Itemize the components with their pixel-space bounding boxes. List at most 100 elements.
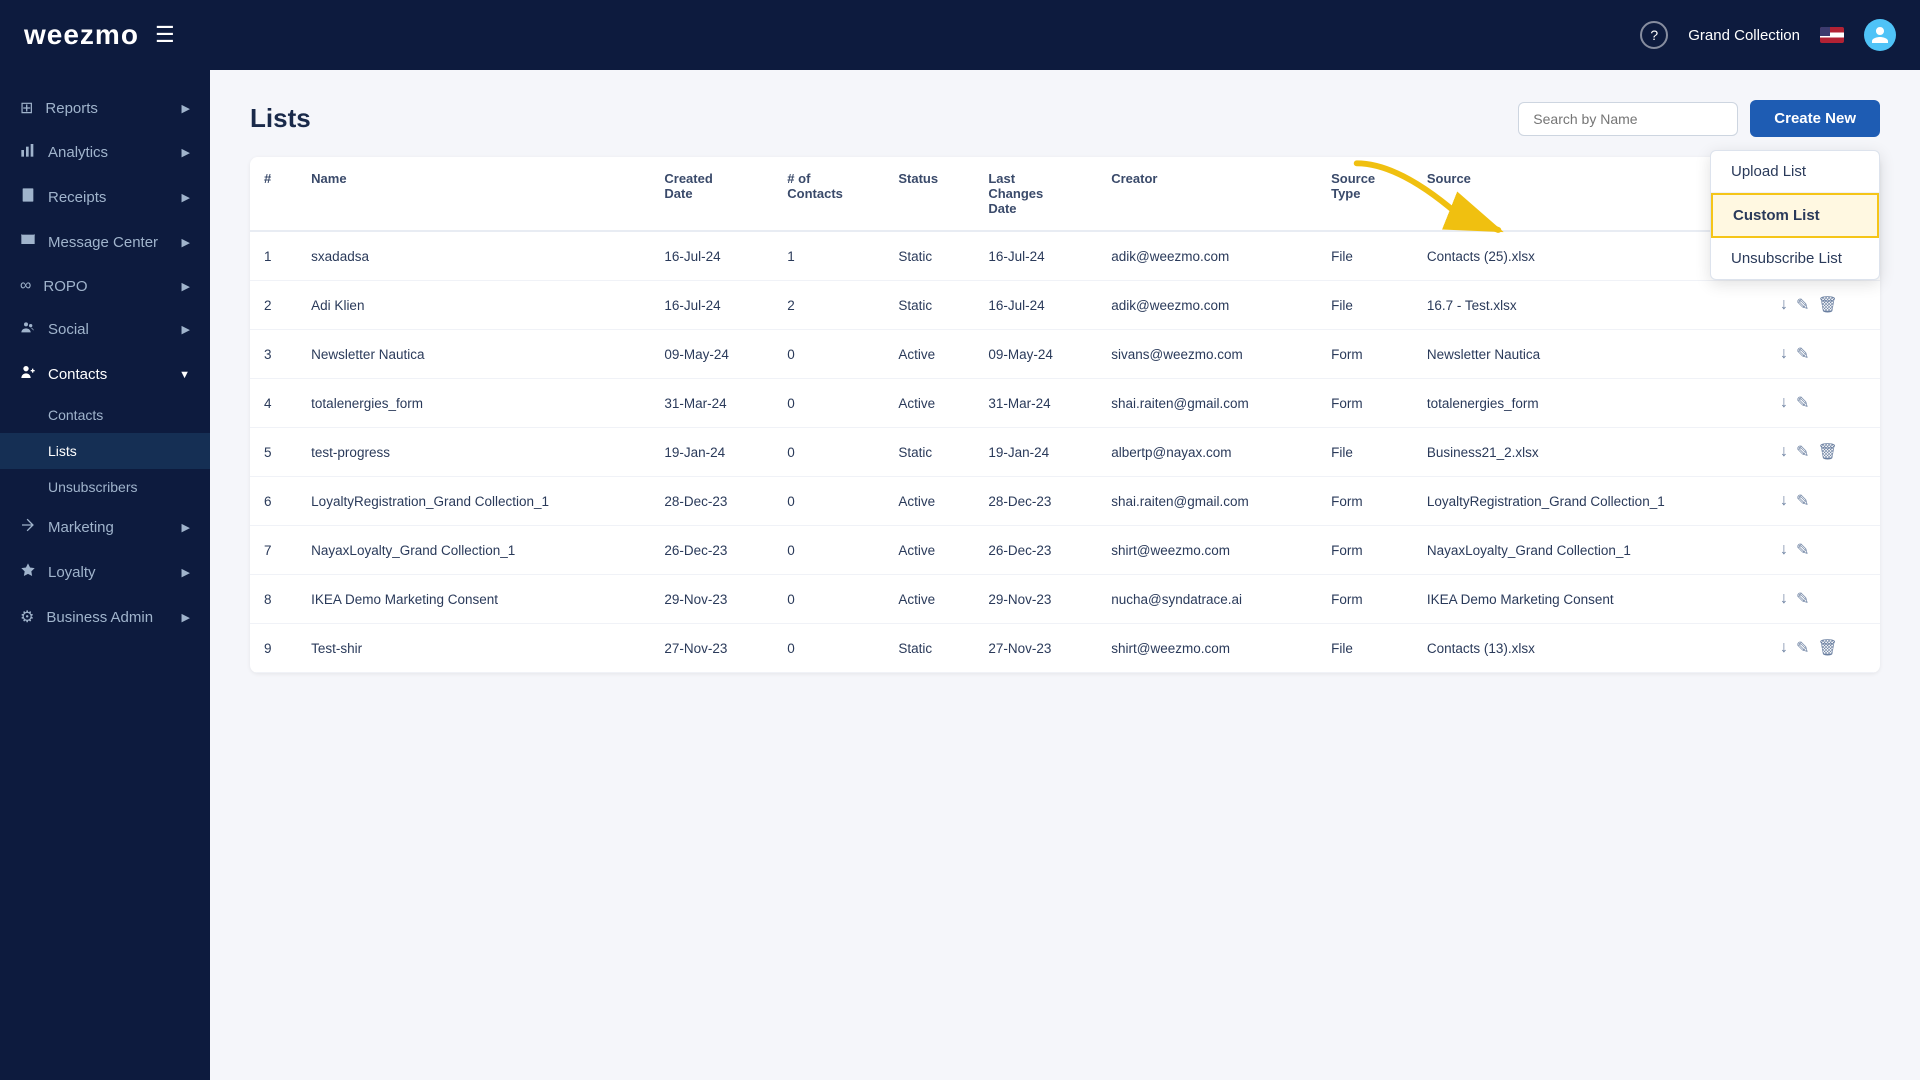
- cell-creator: sivans@weezmo.com: [1097, 330, 1317, 379]
- cell-actions: ↓✎: [1766, 575, 1880, 624]
- user-avatar[interactable]: [1864, 19, 1896, 51]
- sidebar-item-loyalty[interactable]: Loyalty ▶: [0, 550, 210, 595]
- col-name: Name: [297, 157, 650, 231]
- analytics-arrow: ▶: [182, 146, 190, 159]
- cell-contacts: 0: [773, 575, 884, 624]
- main-content: Lists Create New Upload List Custom List…: [210, 70, 1920, 1080]
- dropdown-item-custom-list[interactable]: Custom List: [1711, 193, 1879, 238]
- sidebar-item-social[interactable]: Social ▶: [0, 307, 210, 352]
- marketing-arrow: ▶: [182, 521, 190, 534]
- cell-status: Static: [884, 231, 974, 281]
- create-new-button[interactable]: Create New: [1750, 100, 1880, 137]
- edit-icon[interactable]: ✎: [1796, 344, 1809, 364]
- flag-icon: [1820, 27, 1844, 43]
- cell-creator: shirt@weezmo.com: [1097, 624, 1317, 673]
- download-icon[interactable]: ↓: [1780, 492, 1788, 510]
- edit-icon[interactable]: ✎: [1796, 589, 1809, 609]
- cell-source: Newsletter Nautica: [1413, 330, 1766, 379]
- download-icon[interactable]: ↓: [1780, 541, 1788, 559]
- cell-source-type: Form: [1317, 477, 1413, 526]
- table-row: 2 Adi Klien 16-Jul-24 2 Static 16-Jul-24…: [250, 281, 1880, 330]
- cell-creator: adik@weezmo.com: [1097, 281, 1317, 330]
- page-header: Lists Create New Upload List Custom List…: [250, 100, 1880, 137]
- analytics-icon: [20, 142, 36, 163]
- cell-source-type: File: [1317, 428, 1413, 477]
- cell-source: IKEA Demo Marketing Consent: [1413, 575, 1766, 624]
- cell-last-change: 31-Mar-24: [974, 379, 1097, 428]
- download-icon[interactable]: ↓: [1780, 296, 1788, 314]
- cell-creator: shai.raiten@gmail.com: [1097, 477, 1317, 526]
- receipts-arrow: ▶: [182, 191, 190, 204]
- cell-source-type: Form: [1317, 330, 1413, 379]
- navbar-right: ? Grand Collection: [1640, 19, 1896, 51]
- cell-source-type: File: [1317, 281, 1413, 330]
- edit-icon[interactable]: ✎: [1796, 540, 1809, 560]
- dropdown-item-unsubscribe-list[interactable]: Unsubscribe List: [1711, 238, 1879, 279]
- delete-icon[interactable]: 🗑: [1817, 295, 1837, 315]
- edit-icon[interactable]: ✎: [1796, 491, 1809, 511]
- contacts-submenu: Contacts Lists Unsubscribers: [0, 397, 210, 505]
- sidebar-item-reports[interactable]: ⊞ Reports ▶: [0, 86, 210, 130]
- cell-actions: ↓✎: [1766, 477, 1880, 526]
- download-icon[interactable]: ↓: [1780, 345, 1788, 363]
- cell-source: 16.7 - Test.xlsx: [1413, 281, 1766, 330]
- edit-icon[interactable]: ✎: [1796, 393, 1809, 413]
- help-icon[interactable]: ?: [1640, 21, 1668, 49]
- cell-source: NayaxLoyalty_Grand Collection_1: [1413, 526, 1766, 575]
- cell-num: 6: [250, 477, 297, 526]
- cell-name: Adi Klien: [297, 281, 650, 330]
- cell-source-type: Form: [1317, 526, 1413, 575]
- cell-created: 26-Dec-23: [650, 526, 773, 575]
- sidebar-item-ropo[interactable]: ∞ ROPO ▶: [0, 265, 210, 307]
- download-icon[interactable]: ↓: [1780, 443, 1788, 461]
- download-icon[interactable]: ↓: [1780, 394, 1788, 412]
- col-contacts: # ofContacts: [773, 157, 884, 231]
- cell-num: 3: [250, 330, 297, 379]
- cell-last-change: 28-Dec-23: [974, 477, 1097, 526]
- cell-created: 16-Jul-24: [650, 231, 773, 281]
- cell-num: 9: [250, 624, 297, 673]
- cell-contacts: 0: [773, 526, 884, 575]
- cell-last-change: 27-Nov-23: [974, 624, 1097, 673]
- edit-icon[interactable]: ✎: [1796, 442, 1809, 462]
- cell-num: 4: [250, 379, 297, 428]
- cell-status: Static: [884, 428, 974, 477]
- download-icon[interactable]: ↓: [1780, 639, 1788, 657]
- cell-num: 2: [250, 281, 297, 330]
- dropdown-item-upload-list[interactable]: Upload List: [1711, 151, 1879, 193]
- cell-creator: nucha@syndatrace.ai: [1097, 575, 1317, 624]
- edit-icon[interactable]: ✎: [1796, 638, 1809, 658]
- hamburger-icon[interactable]: ☰: [155, 22, 175, 48]
- cell-name: Test-shir: [297, 624, 650, 673]
- sidebar-item-message-center[interactable]: Message Center ▶: [0, 220, 210, 265]
- cell-actions: ↓✎: [1766, 330, 1880, 379]
- sidebar-subitem-contacts[interactable]: Contacts: [0, 397, 210, 433]
- social-icon: [20, 319, 36, 340]
- sidebar-item-receipts[interactable]: Receipts ▶: [0, 175, 210, 220]
- sidebar-item-contacts[interactable]: Contacts ▼: [0, 352, 210, 397]
- sidebar-item-label: Analytics: [48, 144, 108, 161]
- cell-num: 1: [250, 231, 297, 281]
- sidebar-subitem-lists[interactable]: Lists: [0, 433, 210, 469]
- receipts-icon: [20, 187, 36, 208]
- sidebar-subitem-unsubscribers[interactable]: Unsubscribers: [0, 469, 210, 505]
- sidebar-item-marketing[interactable]: Marketing ▶: [0, 505, 210, 550]
- cell-actions: ↓✎: [1766, 526, 1880, 575]
- search-input[interactable]: [1518, 102, 1738, 136]
- sidebar-item-analytics[interactable]: Analytics ▶: [0, 130, 210, 175]
- delete-icon[interactable]: 🗑: [1817, 638, 1837, 658]
- ropo-icon: ∞: [20, 277, 31, 295]
- org-name[interactable]: Grand Collection: [1688, 27, 1800, 44]
- marketing-icon: [20, 517, 36, 538]
- sidebar-item-label: Receipts: [48, 189, 106, 206]
- cell-name: Newsletter Nautica: [297, 330, 650, 379]
- download-icon[interactable]: ↓: [1780, 590, 1788, 608]
- col-created: CreatedDate: [650, 157, 773, 231]
- logo: weezmo: [24, 19, 139, 51]
- delete-icon[interactable]: 🗑: [1817, 442, 1837, 462]
- sidebar-item-business-admin[interactable]: ⚙ Business Admin ▶: [0, 595, 210, 639]
- edit-icon[interactable]: ✎: [1796, 295, 1809, 315]
- sidebar-item-label: Marketing: [48, 519, 114, 536]
- cell-created: 16-Jul-24: [650, 281, 773, 330]
- contacts-arrow: ▼: [179, 369, 190, 381]
